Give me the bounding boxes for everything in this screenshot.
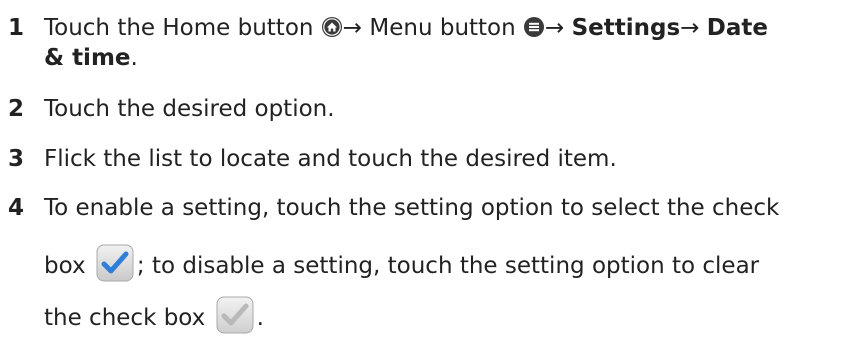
checkbox-unchecked-icon — [216, 296, 254, 334]
step-number: 1 — [8, 15, 25, 41]
step-text: Touch the desired option. — [44, 96, 335, 122]
step-number: 4 — [8, 195, 25, 221]
checkbox-checked-icon — [96, 244, 134, 282]
home-icon — [321, 16, 343, 38]
step-text: Touch the Home button → Menu button → Se… — [44, 15, 768, 41]
step-number: 2 — [8, 96, 25, 122]
step-text: To enable a setting, touch the setting o… — [44, 195, 780, 221]
step-text: Flick the list to locate and touch the d… — [44, 146, 617, 172]
step-number: 3 — [8, 146, 25, 172]
menu-icon — [523, 16, 545, 38]
